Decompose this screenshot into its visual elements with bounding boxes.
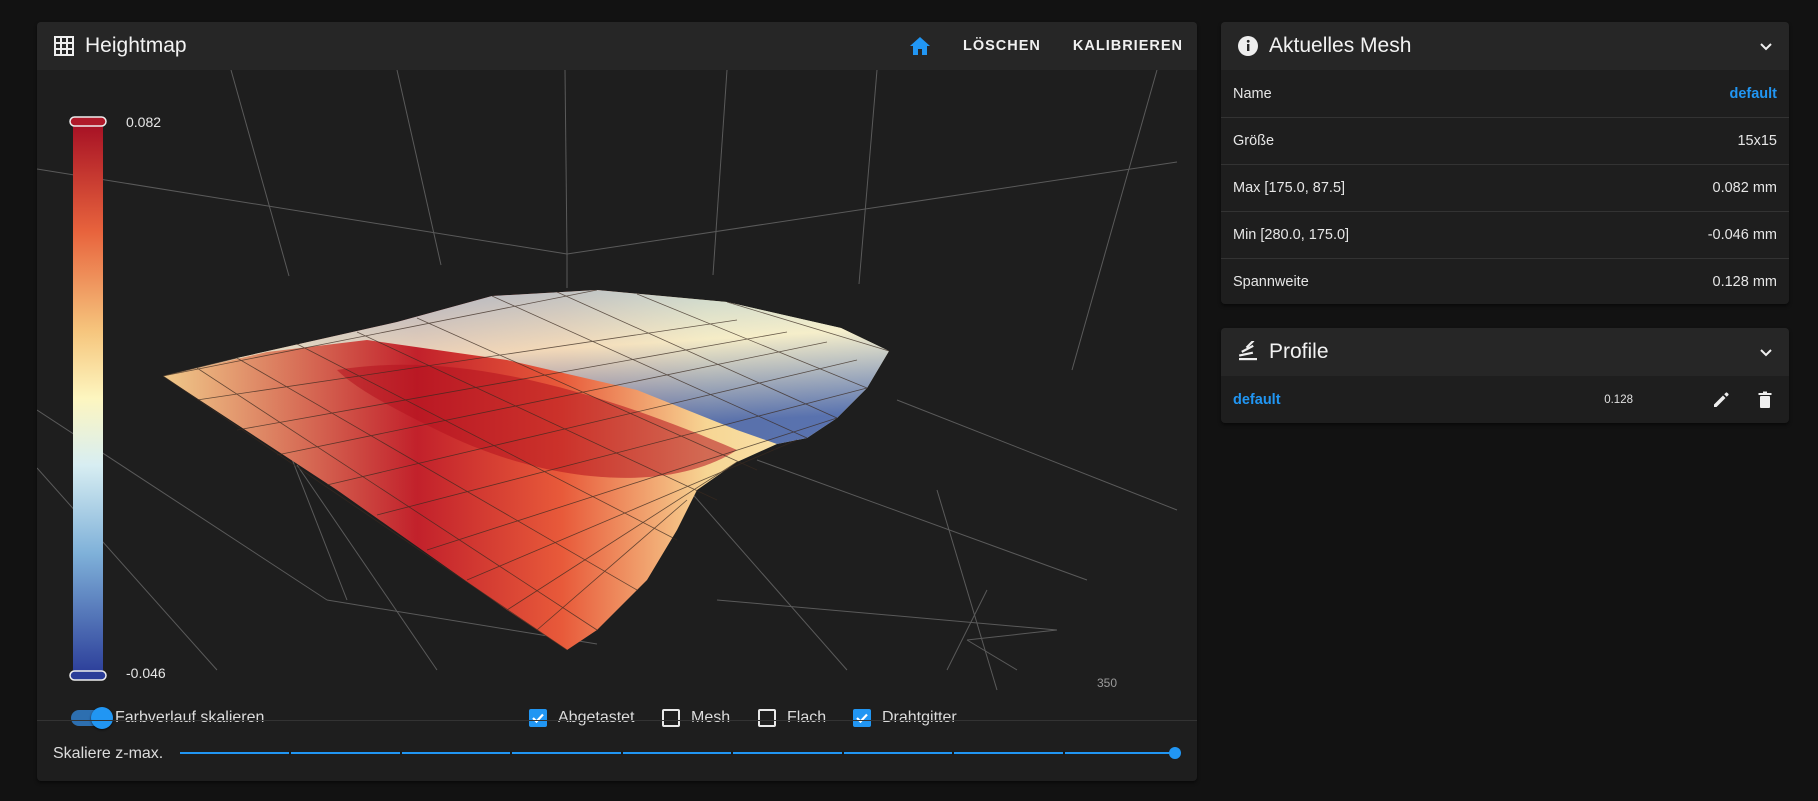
scale-max-label: 0.082 xyxy=(126,114,161,130)
slider-tick xyxy=(621,751,623,755)
zscale-label: Skaliere z-max. xyxy=(53,745,164,762)
calibrate-button[interactable]: KALIBRIEREN xyxy=(1073,38,1183,54)
slider-tick xyxy=(400,751,402,755)
profile-name-link[interactable]: default xyxy=(1233,392,1281,408)
heightmap-title: Heightmap xyxy=(85,34,187,57)
grid-icon xyxy=(53,35,75,57)
slider-tick xyxy=(842,751,844,755)
scale-min-label: -0.046 xyxy=(126,665,166,681)
current-mesh-card: Aktuelles Mesh Name default Größe 15x15 … xyxy=(1221,22,1789,304)
profile-row: default 0.128 xyxy=(1221,376,1789,423)
mesh-row-label: Max [175.0, 87.5] xyxy=(1233,180,1346,196)
trash-icon[interactable] xyxy=(1755,390,1775,410)
layers-stack-icon xyxy=(1237,341,1259,363)
slider-tick xyxy=(510,751,512,755)
heightmap-surface xyxy=(162,289,890,651)
heightmap-3d-plot[interactable]: 0.082 -0.046 350 xyxy=(37,70,1197,692)
mesh-row-label: Min [280.0, 175.0] xyxy=(1233,227,1350,243)
slider-tick xyxy=(1063,751,1065,755)
mesh-name-link[interactable]: default xyxy=(1729,86,1777,102)
chevron-down-icon[interactable] xyxy=(1757,37,1775,55)
current-mesh-header[interactable]: Aktuelles Mesh xyxy=(1221,22,1789,70)
mesh-row-range: Spannweite 0.128 mm xyxy=(1221,258,1789,304)
mesh-row-value: 0.082 mm xyxy=(1712,180,1777,196)
color-scale-bar xyxy=(69,116,107,681)
mesh-row-size: Größe 15x15 xyxy=(1221,117,1789,164)
slider-tick xyxy=(289,751,291,755)
mesh-row-label: Größe xyxy=(1233,133,1275,149)
heightmap-header: Heightmap LÖSCHEN KALIBRIEREN xyxy=(37,22,1197,70)
profiles-header[interactable]: Profile xyxy=(1221,328,1789,376)
mesh-row-value: 15x15 xyxy=(1737,133,1777,149)
mesh-row-min: Min [280.0, 175.0] -0.046 mm xyxy=(1221,211,1789,258)
pencil-icon[interactable] xyxy=(1711,390,1731,410)
mesh-row-label: Name xyxy=(1233,85,1272,102)
axis-tick-label: 350 xyxy=(1097,676,1117,690)
home-icon[interactable] xyxy=(909,36,931,56)
zscale-slider-row: Skaliere z-max. xyxy=(37,720,1197,781)
mesh-row-label: Spannweite xyxy=(1233,274,1309,290)
mesh-row-max: Max [175.0, 87.5] 0.082 mm xyxy=(1221,164,1789,211)
current-mesh-title: Aktuelles Mesh xyxy=(1269,34,1412,57)
mesh-row-value: -0.046 mm xyxy=(1707,227,1777,243)
info-icon xyxy=(1237,35,1259,57)
profiles-title: Profile xyxy=(1269,340,1329,363)
delete-mesh-button[interactable]: LÖSCHEN xyxy=(963,38,1041,54)
profile-range: 0.128 xyxy=(1604,393,1633,406)
slider-tick xyxy=(952,751,954,755)
heightmap-card: Heightmap LÖSCHEN KALIBRIEREN 0.082 -0.0… xyxy=(37,22,1197,781)
profiles-card: Profile default 0.128 xyxy=(1221,328,1789,423)
mesh-row-value: 0.128 mm xyxy=(1712,274,1777,290)
slider-tick xyxy=(731,751,733,755)
mesh-row-name: Name default xyxy=(1221,70,1789,117)
chevron-down-icon[interactable] xyxy=(1757,343,1775,361)
zscale-slider-track[interactable] xyxy=(180,747,1181,759)
zscale-slider-thumb[interactable] xyxy=(1169,747,1181,759)
